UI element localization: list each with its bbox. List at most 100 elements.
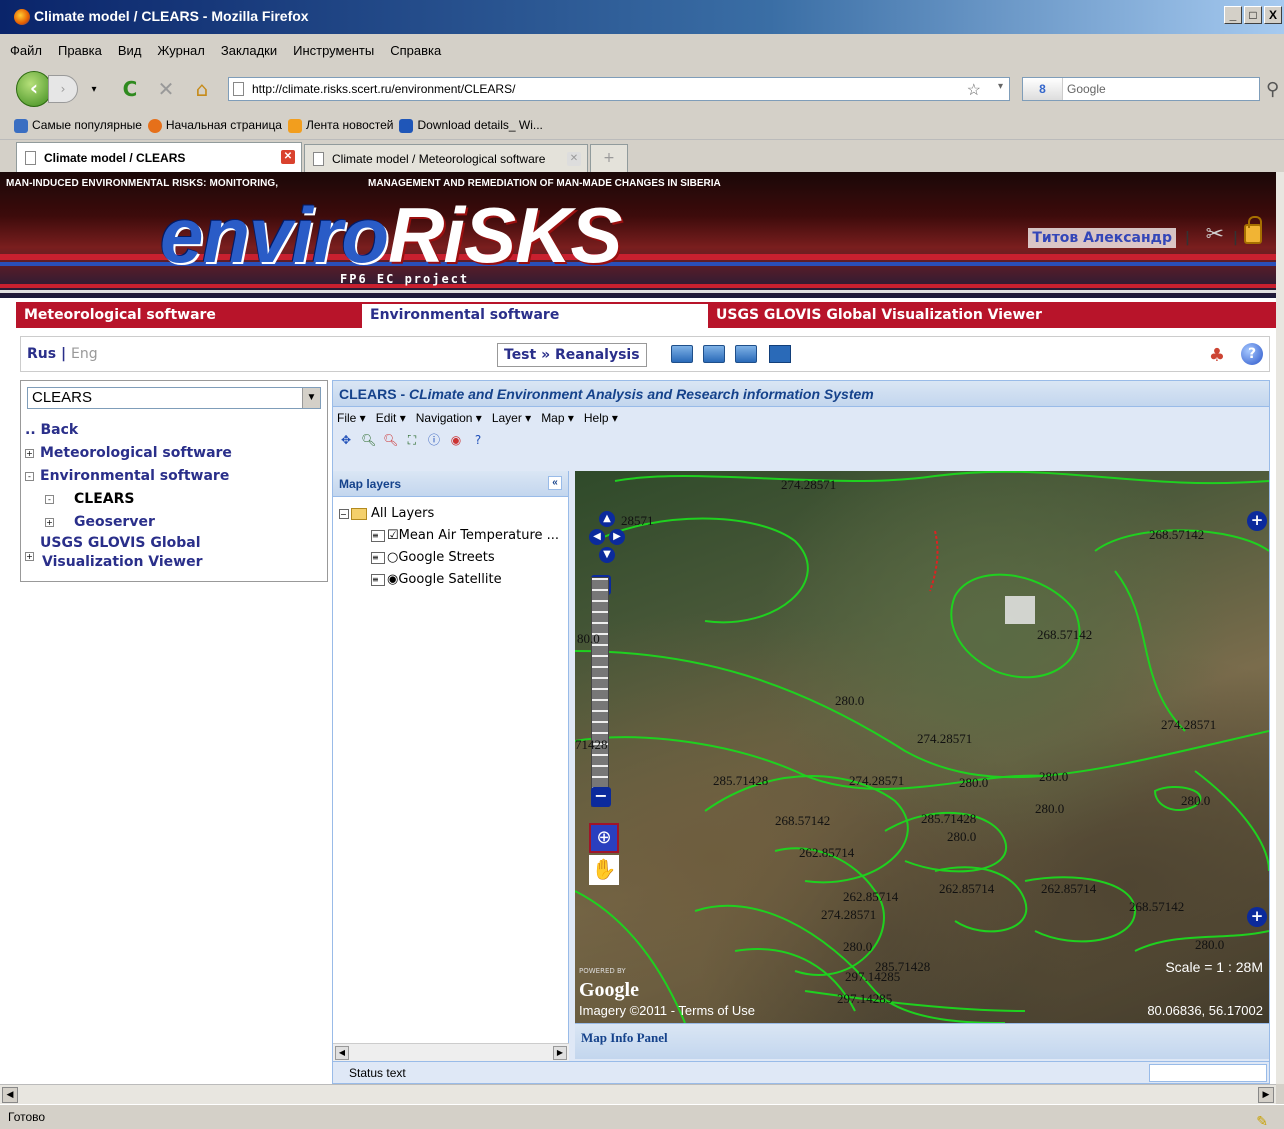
scroll-left-icon[interactable]: ◀ bbox=[335, 1046, 349, 1060]
layer-item-google-streets[interactable]: ≡ ○Google Streets bbox=[339, 547, 568, 569]
tab-meteorological-software[interactable]: Climate model / Meteorological software … bbox=[304, 144, 588, 172]
layer-root[interactable]: − All Layers bbox=[339, 503, 568, 525]
pan-icon[interactable]: ✥ bbox=[339, 433, 353, 447]
collapse-icon[interactable]: - bbox=[45, 494, 54, 504]
full-extent-icon[interactable]: ⛶ bbox=[405, 433, 419, 447]
expand-overview-icon[interactable]: + bbox=[1247, 511, 1267, 531]
bookmark-most-visited[interactable]: Самые популярные bbox=[14, 118, 142, 133]
bookmark-download-details[interactable]: Download details_ Wi... bbox=[399, 118, 543, 133]
save-icon[interactable] bbox=[769, 345, 791, 363]
zoom-in-icon[interactable]: 🔍︎ bbox=[361, 433, 376, 447]
expand-icon[interactable]: + bbox=[25, 448, 34, 458]
app-menu-navigation[interactable]: Navigation ▾ bbox=[416, 411, 482, 425]
forward-button[interactable]: › bbox=[48, 75, 78, 103]
sidebar-item-back[interactable]: .. Back bbox=[25, 419, 232, 442]
bookmark-start-page[interactable]: Начальная страница bbox=[147, 118, 282, 133]
tab-clears[interactable]: Climate model / CLEARS ✕ bbox=[16, 142, 302, 172]
google-logo[interactable]: Google bbox=[579, 979, 639, 1002]
tab-environmental-software[interactable]: Environmental software bbox=[362, 302, 708, 328]
tab-usgs-glovis[interactable]: USGS GLOVIS Global Visualization Viewer bbox=[708, 302, 1276, 328]
minimize-button[interactable]: _ bbox=[1224, 6, 1242, 24]
page-vertical-scrollbar[interactable] bbox=[1276, 172, 1284, 1084]
layer-radio[interactable]: ○ bbox=[387, 550, 398, 565]
layers-scrollbar[interactable]: ◀ ▶ bbox=[333, 1043, 569, 1061]
search-input[interactable]: Google bbox=[1067, 82, 1106, 96]
layer-radio[interactable]: ◉ bbox=[387, 572, 398, 587]
zoom-out-icon[interactable]: 🔍︎ bbox=[383, 433, 398, 447]
new-tab-button[interactable]: + bbox=[590, 144, 628, 172]
lock-icon[interactable] bbox=[1244, 216, 1262, 244]
collapse-panel-icon[interactable]: « bbox=[548, 476, 562, 490]
zoom-box-icon[interactable]: ⊕ bbox=[589, 823, 619, 853]
project-selector[interactable]: Test » Reanalysis bbox=[497, 343, 647, 367]
menu-history[interactable]: Журнал bbox=[157, 43, 204, 58]
maximize-button[interactable]: □ bbox=[1244, 6, 1262, 24]
user-name-link[interactable]: Титов Александр bbox=[1028, 228, 1176, 248]
scroll-right-icon[interactable]: ▶ bbox=[1258, 1087, 1274, 1103]
pan-north-icon[interactable]: ▲ bbox=[599, 511, 615, 527]
sidebar-item-clears[interactable]: - CLEARS bbox=[25, 488, 232, 511]
addon-icon[interactable]: ✎ bbox=[1256, 1109, 1268, 1129]
home-icon[interactable]: ⌂ bbox=[190, 77, 214, 101]
close-button[interactable]: X bbox=[1264, 6, 1282, 24]
menu-help[interactable]: Справка bbox=[390, 43, 441, 58]
pan-south-icon[interactable]: ▼ bbox=[599, 547, 615, 563]
terms-of-use-link[interactable]: Imagery ©2011 - Terms of Use bbox=[579, 1003, 755, 1018]
open-folder-icon[interactable] bbox=[735, 345, 757, 363]
sidebar-item-usgs-glovis[interactable]: +USGS GLOVIS Global bbox=[25, 534, 232, 561]
search-icon[interactable]: ⚲ bbox=[1266, 79, 1279, 100]
info-icon[interactable]: ⓘ bbox=[427, 433, 441, 447]
stop-icon[interactable]: ✕ bbox=[154, 77, 178, 101]
tab-meteorological-software[interactable]: Meteorological software bbox=[16, 302, 362, 328]
menu-tools[interactable]: Инструменты bbox=[293, 43, 374, 58]
hand-pan-icon[interactable]: ✋ bbox=[589, 855, 619, 885]
users-icon[interactable]: ♣ bbox=[1209, 345, 1225, 366]
eye-icon[interactable]: ◉ bbox=[449, 433, 463, 447]
menu-bookmarks[interactable]: Закладки bbox=[221, 43, 277, 58]
sidebar-item-geoserver[interactable]: + Geoserver bbox=[25, 511, 232, 534]
search-bar[interactable]: 8 Google bbox=[1022, 77, 1260, 101]
app-select[interactable]: CLEARS ▼ bbox=[27, 387, 321, 409]
layer-item-mean-air-temperature[interactable]: ≡ ☑Mean Air Temperature ... bbox=[339, 525, 568, 547]
url-dropdown-icon[interactable]: ▾ bbox=[998, 81, 1003, 92]
menu-edit[interactable]: Правка bbox=[58, 43, 102, 58]
close-tab-icon[interactable]: ✕ bbox=[567, 152, 581, 166]
collapse-icon[interactable]: − bbox=[339, 508, 349, 519]
expand-icon[interactable]: + bbox=[25, 552, 34, 561]
lang-rus-link[interactable]: Rus bbox=[27, 346, 56, 362]
menu-file[interactable]: Файл bbox=[10, 43, 42, 58]
expand-icon[interactable]: + bbox=[45, 517, 54, 527]
page-horizontal-scrollbar[interactable]: ◀ ▶ bbox=[0, 1084, 1276, 1104]
pan-west-icon[interactable]: ◀ bbox=[589, 529, 605, 545]
help-icon[interactable]: ? bbox=[1241, 343, 1263, 365]
app-menu-file[interactable]: File ▾ bbox=[337, 411, 366, 425]
site-logo[interactable]: enviroRiSKS bbox=[160, 190, 622, 280]
delete-project-icon[interactable] bbox=[671, 345, 693, 363]
sidebar-item-environmental-software[interactable]: - Environmental software bbox=[25, 465, 232, 488]
collapse-icon[interactable]: - bbox=[25, 471, 34, 481]
app-menu-edit[interactable]: Edit ▾ bbox=[376, 411, 406, 425]
map-view[interactable]: ▲ ◀ ▶ ▼ + − ⊕ ✋ + + 274.28571 28571 268.… bbox=[575, 471, 1269, 1023]
bookmark-news-feed[interactable]: Лента новостей bbox=[287, 118, 393, 133]
add-project-icon[interactable] bbox=[703, 345, 725, 363]
help-icon[interactable]: ? bbox=[471, 433, 485, 447]
settings-tools-icon[interactable]: ✂ bbox=[1206, 222, 1224, 247]
zoom-out-button[interactable]: − bbox=[591, 787, 611, 807]
sidebar-item-meteorological-software[interactable]: + Meteorological software bbox=[25, 442, 232, 465]
url-bar[interactable]: http://climate.risks.scert.ru/environmen… bbox=[228, 77, 1010, 101]
history-dropdown-icon[interactable]: ▾ bbox=[82, 84, 106, 95]
menu-view[interactable]: Вид bbox=[118, 43, 142, 58]
zoom-slider[interactable] bbox=[591, 577, 609, 807]
pan-east-icon[interactable]: ▶ bbox=[609, 529, 625, 545]
layer-item-google-satellite[interactable]: ≡ ◉Google Satellite bbox=[339, 569, 568, 591]
app-menu-map[interactable]: Map ▾ bbox=[541, 411, 574, 425]
search-engine-icon[interactable]: 8 bbox=[1023, 78, 1063, 100]
layer-checkbox[interactable]: ☑ bbox=[387, 528, 399, 543]
app-menu-layer[interactable]: Layer ▾ bbox=[492, 411, 531, 425]
bookmark-star-icon[interactable]: ☆ bbox=[967, 80, 981, 100]
close-tab-icon[interactable]: ✕ bbox=[281, 150, 295, 164]
map-info-panel[interactable]: Map Info Panel bbox=[575, 1023, 1269, 1059]
back-button[interactable]: ‹ bbox=[16, 71, 52, 107]
app-menu-help[interactable]: Help ▾ bbox=[584, 411, 618, 425]
scroll-right-icon[interactable]: ▶ bbox=[553, 1046, 567, 1060]
